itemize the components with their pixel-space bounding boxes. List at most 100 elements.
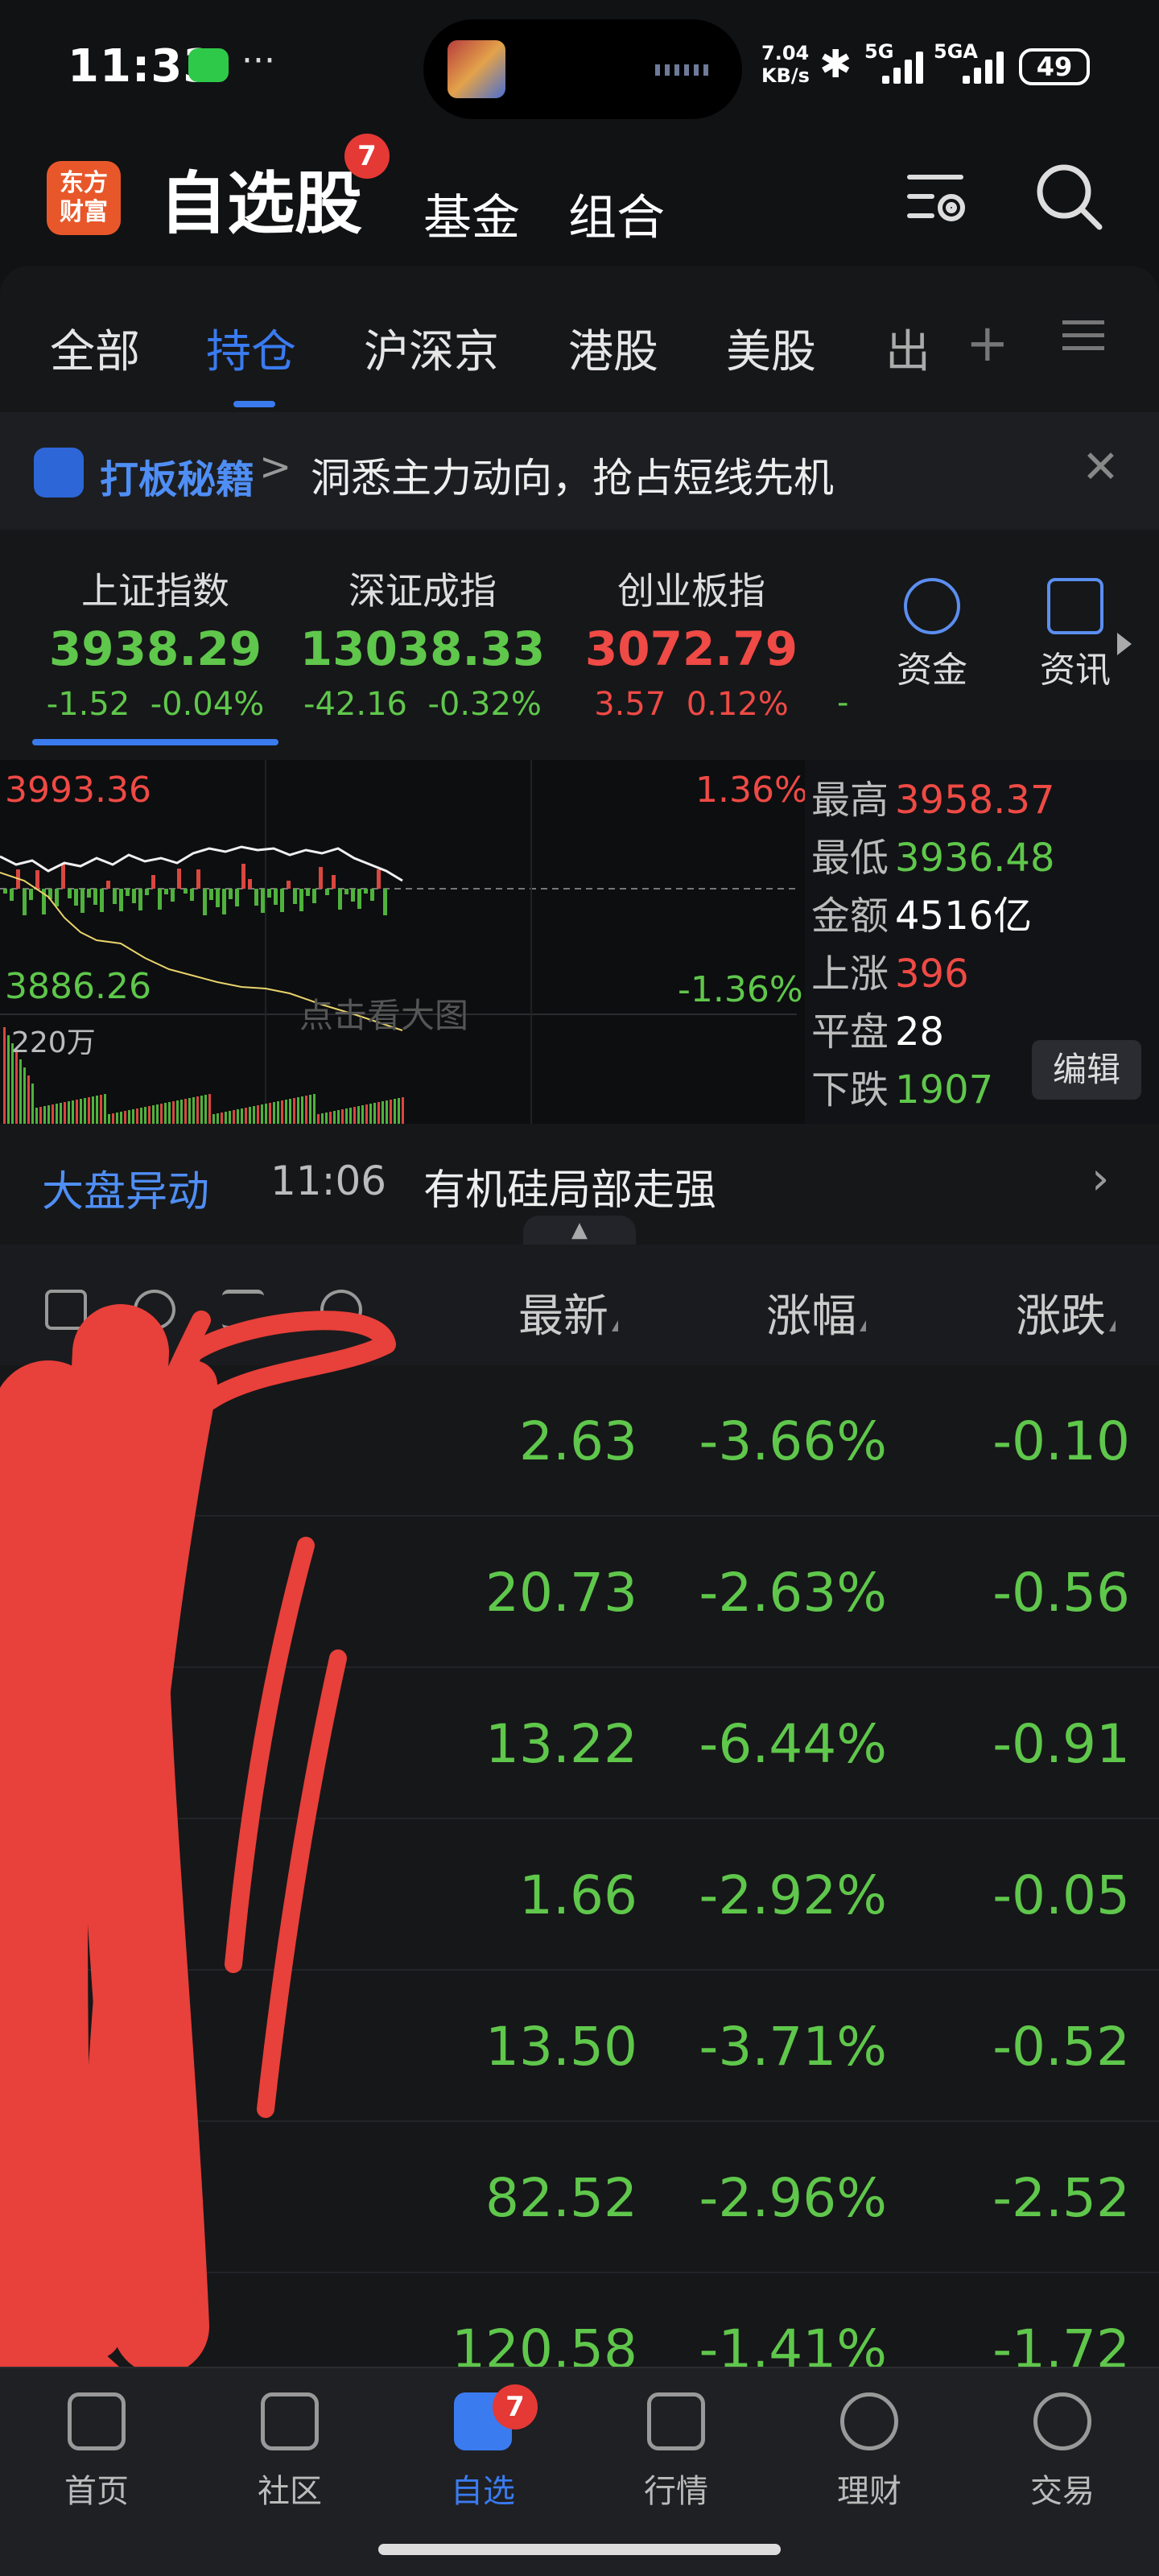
nav-trade[interactable]: 交易	[982, 2392, 1143, 2512]
flow-bar	[344, 889, 349, 894]
tab-fund[interactable]: 基金	[423, 179, 520, 249]
volume-bar	[56, 1104, 58, 1124]
volume-bar	[144, 1107, 146, 1124]
volume-bar	[176, 1100, 179, 1124]
latest-price: 20.73	[485, 1562, 637, 1624]
layout-switch-icon[interactable]	[45, 1290, 87, 1330]
table-row[interactable]: 20.73 -2.63% -0.56	[0, 1517, 1159, 1668]
volume-bar	[104, 1094, 106, 1124]
flow-bar	[248, 879, 252, 889]
tab-all[interactable]: 全部	[50, 316, 140, 381]
search-icon[interactable]	[1032, 159, 1104, 232]
tab-us[interactable]: 美股	[726, 316, 816, 381]
nav-label: 理财	[837, 2473, 901, 2510]
edit-button[interactable]: 编辑	[1032, 1040, 1141, 1100]
table-row[interactable]: 120.58 -1.41% -1.72	[0, 2273, 1159, 2368]
flow-bar	[280, 889, 284, 912]
flow-bar	[119, 889, 123, 911]
nav-market[interactable]: 行情	[596, 2392, 757, 2512]
col-change[interactable]: 涨跌	[1016, 1280, 1116, 1345]
table-row[interactable]: 1.66 -2.92% -0.05	[0, 1819, 1159, 1971]
tab-holdings[interactable]: 持仓	[206, 316, 296, 381]
index-card-sh[interactable]: 上证指数 3938.29 -1.52 -0.04%	[23, 562, 288, 723]
flow-bar	[93, 889, 97, 905]
volume-bar	[285, 1100, 287, 1124]
table-row[interactable]: 13.22 -6.44% -0.91	[0, 1668, 1159, 1819]
flow-bar	[164, 889, 168, 894]
change-value: -2.52	[992, 2167, 1130, 2229]
volume-bar	[68, 1101, 70, 1124]
change-value: -1.72	[992, 2318, 1130, 2368]
app-header: 东方财富 自选股 7 基金 组合	[0, 134, 1159, 266]
tab-hk[interactable]: 港股	[568, 316, 658, 381]
index-extra: -	[837, 684, 849, 721]
table-row[interactable]: 2.63 -3.66% -0.10	[0, 1365, 1159, 1517]
nav-watchlist[interactable]: 自选 7	[402, 2384, 563, 2512]
chart-bottom-right: -1.36%	[678, 969, 803, 1010]
table-row[interactable]: 82.52 -2.96% -2.52	[0, 2122, 1159, 2273]
stat-amount: 金额 4516亿	[811, 884, 1032, 940]
market-icon	[647, 2392, 705, 2450]
tab-menu-icon[interactable]	[1062, 316, 1104, 356]
nav-label: 社区	[258, 2473, 322, 2510]
col-pct[interactable]: 涨幅	[766, 1280, 866, 1345]
funds-button[interactable]: 资金	[876, 578, 988, 692]
news-label: 资讯	[1040, 650, 1111, 691]
page-title[interactable]: 自选股	[159, 150, 362, 247]
flow-bar	[312, 889, 316, 903]
stat-high: 最高 3958.37	[811, 768, 1055, 824]
volume-bar	[180, 1100, 183, 1124]
index-strip: 上证指数 3938.29 -1.52 -0.04% 深证成指 13038.33 …	[0, 531, 1159, 757]
flow-bar	[190, 889, 194, 901]
scroll-right-icon[interactable]	[1117, 633, 1132, 655]
col-latest-label: 最新	[518, 1290, 608, 1343]
stat-value: 396	[895, 952, 969, 997]
flow-bar	[196, 869, 200, 889]
volume-bar	[124, 1111, 126, 1124]
close-icon[interactable]: ✕	[1082, 441, 1120, 493]
nav-home[interactable]: 首页	[16, 2392, 177, 2512]
index-card-cyb[interactable]: 创业板指 3072.79 3.57 0.12%	[559, 562, 824, 723]
volume-bar	[27, 1075, 30, 1124]
nav-label: 首页	[64, 2473, 129, 2510]
view-toggle-icon[interactable]	[134, 1290, 175, 1330]
stat-label: 下跌	[811, 1067, 889, 1113]
flow-bar	[241, 864, 245, 889]
change-pct: -2.96%	[699, 2167, 887, 2229]
change-pct: -0.04%	[150, 686, 265, 723]
collapse-handle-icon[interactable]: ▲	[523, 1216, 636, 1245]
stat-value: 3936.48	[895, 836, 1055, 881]
news-button[interactable]: 资讯	[1019, 578, 1132, 692]
list-view-icon[interactable]	[222, 1290, 264, 1330]
dynamic-island[interactable]	[423, 19, 742, 119]
col-latest[interactable]: 最新	[518, 1280, 618, 1345]
volume-bar	[229, 1111, 231, 1124]
volume-bar	[402, 1097, 404, 1124]
table-row[interactable]: 13.50 -3.71% -0.52	[0, 1971, 1159, 2122]
nav-wealth[interactable]: 理财	[789, 2392, 950, 2512]
index-name: 上证指数	[81, 569, 229, 613]
col-change-label: 涨跌	[1016, 1290, 1106, 1343]
tab-truncated[interactable]: 出	[885, 316, 930, 381]
tab-combo[interactable]: 组合	[568, 179, 665, 249]
list-settings-icon[interactable]	[905, 163, 974, 232]
tab-shsz[interactable]: 沪深京	[364, 316, 499, 381]
index-card-sz[interactable]: 深证成指 13038.33 -42.16 -0.32%	[290, 562, 555, 723]
change-value: -0.91	[992, 1713, 1130, 1775]
promo-banner[interactable]: 打板秘籍 > 洞悉主力动向，抢占短线先机 ✕	[0, 412, 1159, 530]
nav-community[interactable]: 社区	[209, 2392, 370, 2512]
stat-value: 1907	[895, 1067, 994, 1113]
chevron-right-icon[interactable]: ›	[1091, 1153, 1109, 1205]
app-logo[interactable]: 东方财富	[47, 161, 121, 235]
change-pct: 0.12%	[686, 686, 789, 723]
sort-icon	[860, 1320, 866, 1331]
trade-icon	[1033, 2392, 1091, 2450]
home-indicator[interactable]	[378, 2544, 781, 2555]
volume-bar	[329, 1112, 332, 1124]
add-tab-icon[interactable]: +	[966, 314, 1009, 374]
change-value: -0.10	[992, 1410, 1130, 1472]
volume-bar	[128, 1110, 130, 1124]
chart-top-left: 3993.36	[5, 770, 151, 811]
settings-icon[interactable]	[320, 1290, 362, 1330]
stat-up: 上涨 396	[811, 942, 969, 998]
